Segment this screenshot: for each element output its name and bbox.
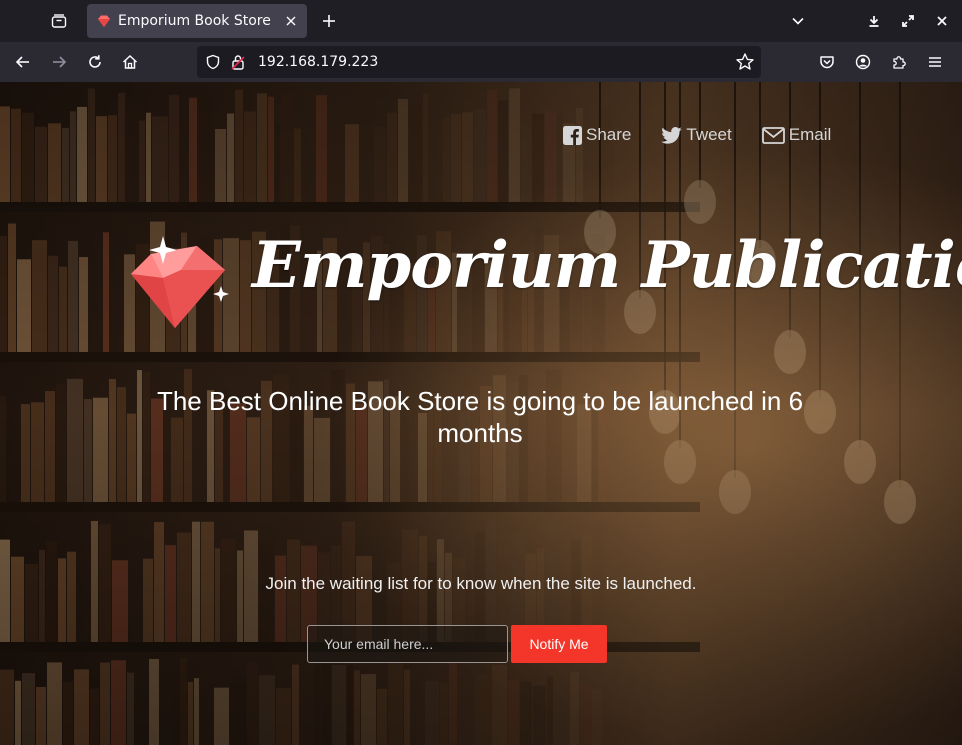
tweet-label: Tweet	[686, 125, 732, 144]
reload-icon	[89, 55, 101, 68]
tab-list-icon	[51, 14, 67, 28]
email-label: Email	[788, 125, 832, 144]
browser-nav-bar: 192.168.179.223	[0, 42, 962, 82]
arrow-left-icon	[15, 56, 29, 68]
insecure-lock-icon[interactable]	[231, 54, 245, 70]
brand-title: Emporium Publications	[252, 228, 962, 303]
social-share-links: Share Tweet Email	[563, 125, 831, 145]
download-button[interactable]	[859, 6, 889, 36]
window-close-button[interactable]	[927, 6, 957, 36]
pocket-button[interactable]	[811, 46, 843, 78]
puzzle-icon	[893, 56, 906, 69]
app-menu-button[interactable]	[919, 46, 951, 78]
maximize-icon	[902, 15, 914, 27]
window-close-icon	[937, 16, 947, 26]
waitlist-text: Join the waiting list for to know when t…	[265, 574, 697, 593]
active-tab[interactable]: Emporium Book Store	[87, 4, 307, 38]
chevron-down-icon	[792, 17, 804, 25]
url-text: 192.168.179.223	[258, 54, 379, 70]
web-page: Share Tweet Email Emporium Publicati The…	[0, 82, 962, 745]
tab-close-button[interactable]	[281, 11, 301, 31]
account-button[interactable]	[847, 46, 879, 78]
facebook-icon	[563, 125, 582, 145]
notify-me-button[interactable]: Notify Me	[511, 625, 607, 663]
browser-tab-bar: Emporium Book Store	[0, 0, 962, 42]
maximize-button[interactable]	[893, 6, 923, 36]
list-all-tabs-button[interactable]	[783, 6, 813, 36]
star-icon[interactable]	[735, 52, 755, 72]
forward-button[interactable]	[43, 46, 75, 78]
envelope-icon	[761, 126, 785, 144]
launch-tagline: The Best Online Book Store is going to b…	[156, 386, 804, 448]
arrow-right-icon	[53, 56, 67, 68]
share-twitter-link[interactable]: Tweet	[661, 125, 732, 145]
ruby-gem-logo	[125, 232, 237, 336]
home-button[interactable]	[114, 46, 146, 78]
plus-icon	[323, 15, 335, 27]
pocket-icon	[820, 56, 834, 69]
tab-title: Emporium Book Store	[118, 13, 271, 29]
extensions-button[interactable]	[883, 46, 915, 78]
close-icon	[286, 16, 296, 26]
download-icon	[869, 16, 879, 27]
reload-button[interactable]	[79, 46, 111, 78]
share-facebook-link[interactable]: Share	[563, 125, 631, 145]
address-bar[interactable]: 192.168.179.223	[197, 46, 761, 78]
account-icon	[855, 54, 871, 70]
shield-icon[interactable]	[205, 54, 221, 70]
hamburger-menu-icon	[929, 57, 941, 67]
share-email-link[interactable]: Email	[761, 125, 832, 145]
back-button[interactable]	[7, 46, 39, 78]
ruby-gem-icon	[96, 13, 112, 29]
new-tab-button[interactable]	[314, 6, 344, 36]
share-label: Share	[586, 125, 632, 144]
email-input[interactable]	[307, 625, 508, 663]
home-icon	[122, 54, 138, 69]
tab-list-button[interactable]	[44, 6, 74, 36]
twitter-icon	[661, 126, 683, 144]
